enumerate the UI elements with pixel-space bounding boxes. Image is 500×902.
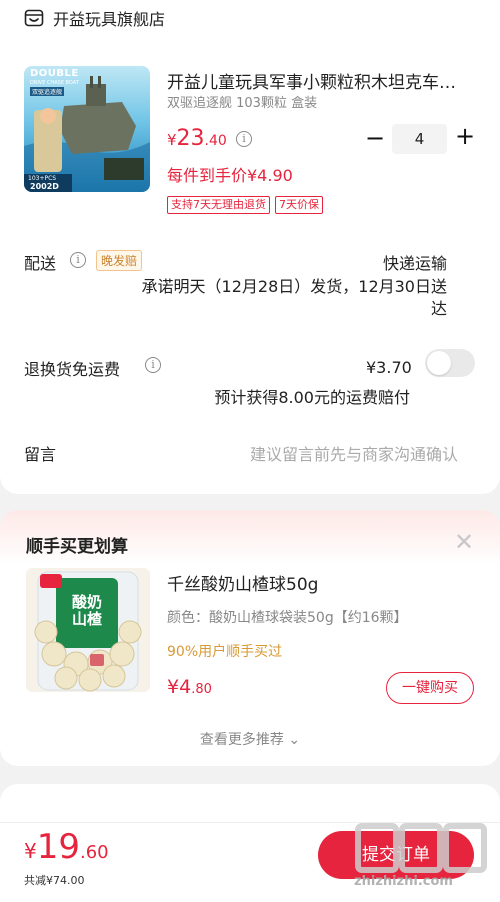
total-saved: 共减¥74.00 [24, 874, 85, 887]
returns-info-icon[interactable]: i [145, 357, 161, 373]
product-image-brand: DOUBLE [30, 68, 79, 79]
view-more-recommend-link[interactable]: 查看更多推荐 ⌄ [0, 729, 500, 749]
recommend-item-image[interactable]: 酸奶山楂 [26, 568, 150, 692]
recommend-item-spec[interactable]: 颜色：酸奶山楂球袋装50g【约16颗】 [167, 607, 408, 627]
message-input[interactable]: 建议留言前先与商家沟通确认 [250, 441, 458, 465]
service-tags: 支持7天无理由退货 7天价保 [167, 196, 323, 214]
returns-label: 退换货免运费 [24, 360, 121, 379]
toggle-knob [427, 351, 451, 375]
delivery-label: 配送 [24, 254, 57, 273]
product-price: ¥ 23 .40 [167, 126, 227, 151]
late-compensation-badge[interactable]: 晚发赔 [96, 250, 143, 271]
store-icon [24, 9, 44, 27]
returns-desc: 预计获得8.00元的运费赔付 [214, 388, 410, 407]
product-image-subtitle: DRIVE CHASE BOAT [30, 80, 79, 86]
recommend-card: 顺手买更划算 ✕ 酸奶山楂 千丝酸奶山楂球50g 颜色：酸奶山楂球袋装50g【约… [0, 510, 500, 766]
rec-price-decimal: .80 [191, 682, 212, 697]
total-integer: 19 [36, 827, 80, 867]
delivery-info-icon[interactable]: i [70, 252, 86, 268]
message-label: 留言 [24, 445, 57, 464]
product-image-count: 103+PCS [28, 175, 57, 182]
info-icon[interactable]: i [236, 131, 252, 147]
close-icon[interactable]: ✕ [454, 530, 474, 554]
recommend-item-name[interactable]: 千丝酸奶山楂球50g [167, 570, 318, 595]
quantity-input[interactable]: 4 [392, 124, 447, 154]
recommend-title: 顺手买更划算 [26, 537, 128, 557]
delivery-promise: 承诺明天（12月28日）发货，12月30日送达 [141, 277, 447, 318]
watermark-text: zhizhizhi.com [354, 874, 453, 889]
product-image-model: 2002D [30, 182, 59, 191]
recommend-social-proof: 90%用户顺手买过 [167, 644, 283, 660]
total-currency: ¥ [24, 839, 37, 863]
product-image[interactable]: DOUBLE DRIVE CHASE BOAT 双驱追逐舰 103+PCS 20… [24, 66, 150, 192]
total-price: ¥ 19 .60 [24, 827, 109, 867]
order-card: 开益玩具旗舰店 DOUBLE DRIVE CHASE BOAT 双驱追逐舰 10… [0, 0, 500, 494]
one-click-buy-button[interactable]: 一键购买 [386, 672, 474, 704]
rec-price-currency: ¥ [167, 676, 180, 698]
price-integer: 23 [176, 126, 205, 151]
product-title[interactable]: 开益儿童玩具军事小颗粒积木坦克车… [167, 68, 477, 93]
returns-toggle[interactable] [425, 349, 475, 377]
product-image-chip: 双驱追逐舰 [30, 87, 65, 96]
tag-price-protect: 7天价保 [275, 196, 323, 214]
per-item-price: 每件到手价¥4.90 [167, 166, 293, 185]
store-name: 开益玩具旗舰店 [53, 10, 166, 29]
returns-price: ¥3.70 [366, 358, 412, 377]
recommend-item-price: ¥ 4 .80 [167, 676, 212, 698]
delivery-method[interactable]: 快递运输 [383, 250, 447, 274]
price-currency: ¥ [167, 131, 177, 149]
tag-return: 支持7天无理由退货 [167, 196, 270, 214]
price-decimal: .40 [204, 133, 227, 149]
total-decimal: .60 [80, 842, 109, 863]
submit-order-button[interactable]: 提交订单 [318, 831, 474, 879]
rec-price-integer: 4 [179, 676, 192, 698]
quantity-plus-button[interactable]: + [455, 122, 475, 150]
recommend-image-label: 酸奶山楂 [71, 593, 102, 628]
product-spec[interactable]: 双驱追逐舰 103颗粒 盒装 [167, 92, 317, 111]
store-header[interactable]: 开益玩具旗舰店 [24, 6, 165, 30]
checkout-bar: ¥ 19 .60 共减¥74.00 提交订单 [0, 822, 500, 902]
quantity-minus-button[interactable]: − [365, 124, 385, 152]
